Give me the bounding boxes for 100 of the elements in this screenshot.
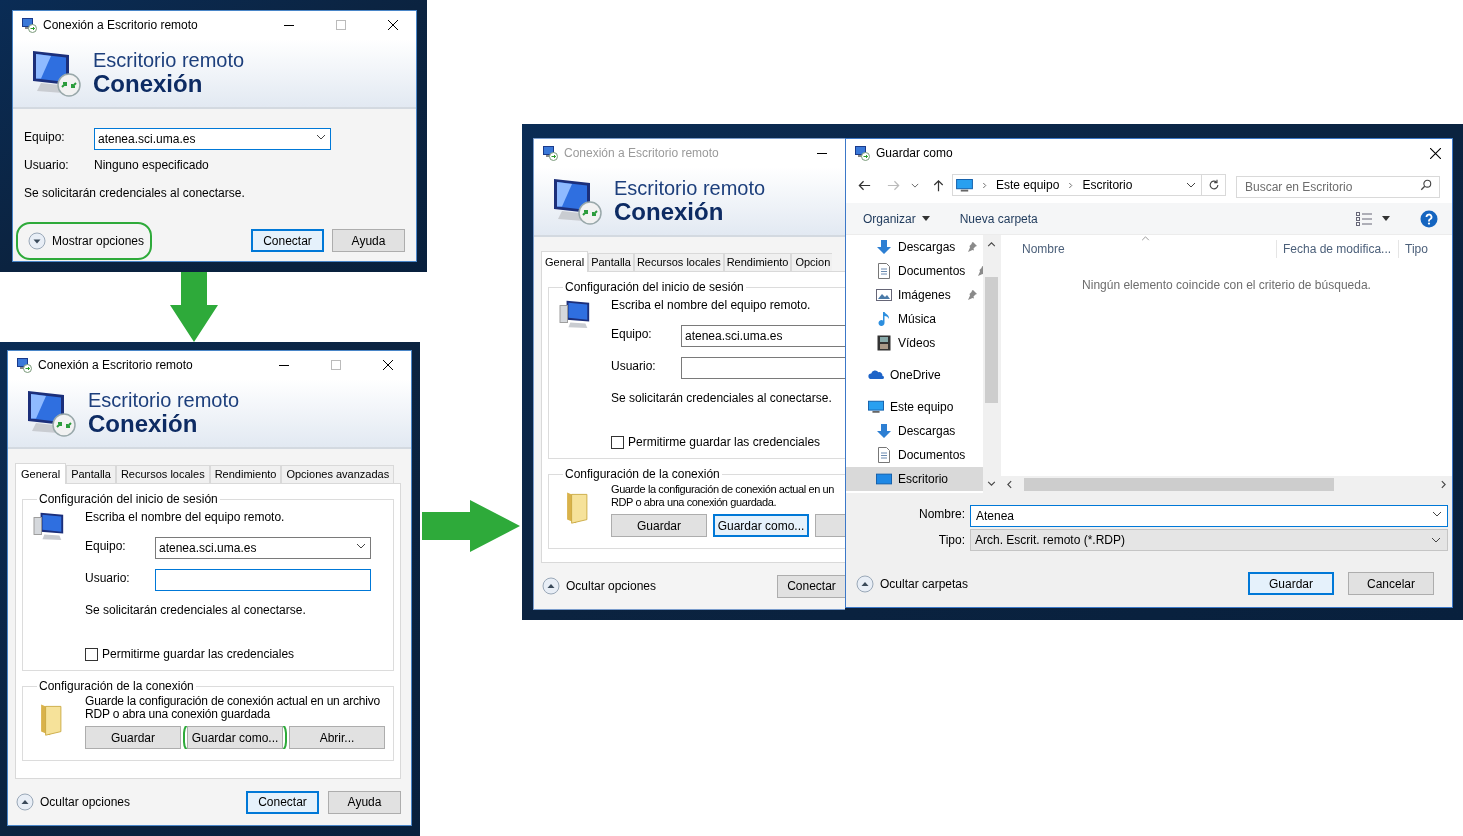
field-label: Equipo: (85, 538, 127, 555)
column-header[interactable]: Tipo (1398, 240, 1452, 258)
new-folder-button[interactable]: Nueva carpeta (959, 209, 1038, 228)
breadcrumb-item[interactable]: Este equipo (996, 176, 1060, 194)
instruction-text: Escriba el nombre del equipo remoto. (611, 297, 812, 314)
scrollbar-thumb[interactable] (1024, 478, 1334, 491)
scroll-up-icon[interactable] (987, 242, 996, 247)
chevron-icon[interactable] (911, 182, 919, 188)
nav-item[interactable]: Descargas (846, 235, 983, 259)
chevron-icon (316, 134, 326, 140)
field-label: Equipo: (24, 129, 66, 146)
checkbox[interactable] (611, 435, 624, 449)
banner-title: Escritorio remoto (88, 389, 240, 411)
file-type-dropdown[interactable]: Arch. Escrit. remoto (*.RDP) (970, 529, 1448, 551)
field-label: Usuario: (85, 570, 131, 587)
dropdown-icon[interactable] (1382, 216, 1390, 221)
scroll-left-icon[interactable] (1007, 480, 1012, 489)
credentials-note: Se solicitarán credenciales al conectarse. (85, 602, 307, 619)
computer-icon (956, 178, 973, 192)
column-header[interactable]: Nombre (1001, 240, 1276, 258)
field-label: Equipo: (611, 326, 653, 343)
download-icon (876, 239, 892, 255)
nav-item[interactable]: Descargas (846, 419, 983, 443)
breadcrumb-separator-icon (1068, 181, 1074, 189)
search-field[interactable]: Buscar en Escritorio (1236, 176, 1440, 198)
chevron-icon (1431, 537, 1441, 543)
empty-message: Ningún elemento coincide con el criterio de búsqueda. (1081, 277, 1372, 294)
folders-toggle[interactable]: Ocultar carpetas (856, 574, 969, 593)
window-title: Conexión a Escritorio remoto (38, 357, 193, 374)
window-title: Guardar como (876, 145, 953, 162)
app-icon (542, 145, 558, 161)
save-as-button[interactable]: Guardar como... (713, 514, 809, 537)
dropdown-icon (921, 216, 930, 221)
options-toggle[interactable]: Ocultar opciones (16, 793, 131, 811)
computer-combo-box[interactable]: atenea.sci.uma.es (681, 325, 845, 347)
save-button[interactable]: Guardar (85, 726, 181, 749)
desktop-icon (876, 471, 892, 487)
checkbox-label[interactable]: Permitirme guardar las credenciales (628, 433, 821, 451)
app-icon (16, 357, 32, 373)
tab[interactable]: General (541, 251, 589, 272)
credentials-note: Se solicitarán credenciales al conectarse. (611, 390, 833, 407)
open-button[interactable]: Abrir... (289, 726, 385, 749)
breadcrumb-item[interactable]: Escritorio (1082, 176, 1133, 194)
chevron-icon[interactable] (1186, 182, 1196, 188)
column-header[interactable]: Fecha de modifica... (1276, 240, 1398, 258)
nav-item[interactable]: Este equipo (846, 395, 983, 419)
options-toggle[interactable]: Mostrar opciones (28, 231, 145, 250)
field-label: Nombre: (918, 506, 965, 523)
cancel-button[interactable]: Cancelar (1348, 572, 1434, 595)
help-button[interactable]: Ayuda (328, 790, 401, 814)
save-as-button[interactable]: Guardar como... (187, 726, 283, 749)
nav-item[interactable]: Escritorio (846, 467, 983, 491)
organize-menu[interactable]: Organizar (863, 209, 930, 228)
address-bar[interactable]: Este equipo Escritorio (952, 174, 1202, 196)
window-title: Conexión a Escritorio remoto (564, 145, 719, 162)
banner-heading: Conexión (614, 199, 725, 225)
computer-combo-box[interactable]: atenea.sci.uma.es (94, 128, 331, 150)
up-icon[interactable] (931, 177, 946, 193)
close-icon[interactable] (1429, 147, 1441, 159)
connect-button[interactable]: Conectar (246, 790, 319, 814)
user-value: Ninguno especificado (94, 157, 209, 174)
tab[interactable]: General (15, 463, 67, 484)
group-title: Configuración de la conexión (38, 678, 195, 695)
scroll-down-icon[interactable] (987, 481, 996, 486)
scrollbar-thumb[interactable] (985, 277, 998, 403)
view-icon[interactable] (1356, 211, 1372, 226)
nav-item[interactable]: OneDrive (846, 363, 983, 387)
connect-button[interactable]: Conectar (777, 574, 845, 598)
save-button[interactable]: Guardar (611, 514, 707, 537)
nav-item[interactable]: Documentos (846, 443, 983, 467)
close-icon[interactable] (388, 20, 398, 30)
checkbox-label[interactable]: Permitirme guardar las credenciales (102, 645, 295, 663)
connect-button[interactable]: Conectar (251, 229, 324, 252)
scrollbar[interactable] (983, 235, 1000, 493)
checkbox[interactable] (85, 647, 98, 661)
user-field[interactable] (155, 569, 371, 591)
computer-combo-box[interactable]: atenea.sci.uma.es (155, 537, 371, 559)
nav-item[interactable]: Imágenes (846, 283, 983, 307)
help-icon[interactable] (1420, 209, 1438, 228)
help-button[interactable]: Ayuda (332, 229, 405, 252)
nav-item[interactable]: Música (846, 307, 983, 331)
scrollbar[interactable] (1001, 476, 1452, 493)
download-icon (876, 423, 892, 439)
close-icon[interactable] (383, 360, 393, 370)
step-arrow (170, 272, 218, 342)
film-icon (876, 335, 892, 351)
scroll-right-icon[interactable] (1441, 480, 1446, 489)
window-title: Conexión a Escritorio remoto (43, 17, 198, 34)
field-label: Usuario: (611, 358, 657, 375)
document-icon (876, 263, 892, 279)
file-name-field[interactable]: Atenea (970, 505, 1448, 527)
refresh-button[interactable] (1202, 174, 1226, 196)
user-field[interactable] (681, 357, 845, 379)
banner-title: Escritorio remoto (93, 49, 245, 71)
nav-item[interactable]: Vídeos (846, 331, 983, 355)
sort-icon (1141, 236, 1150, 241)
field-label: Usuario: (24, 157, 70, 174)
save-button[interactable]: Guardar (1248, 572, 1334, 595)
nav-item[interactable]: Documentos (846, 259, 983, 283)
options-toggle[interactable]: Ocultar opciones (542, 577, 657, 595)
